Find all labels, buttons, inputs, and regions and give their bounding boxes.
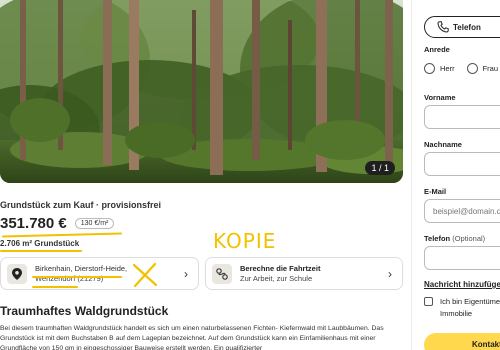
price-per-sqm-badge: 130 €/m² <box>74 218 115 229</box>
listing-photo[interactable]: 1 / 1 <box>0 0 403 183</box>
contact-submit-button[interactable]: Kontakt <box>424 333 500 350</box>
description-text: Bei diesem traumhaften Waldgrundstück ha… <box>0 325 384 350</box>
radio-herr[interactable] <box>424 63 435 74</box>
forest-image <box>0 0 403 183</box>
price: 351.780 € <box>0 215 67 232</box>
section-title: Traumhaftes Waldgrundstück <box>0 304 169 318</box>
owner-checkbox-label: Ich bin Eigentümer Immobilie <box>440 296 500 320</box>
location-line2: Wenzendorf (21279) <box>35 273 104 283</box>
salutation-options: Herr Frau <box>424 63 498 74</box>
phone-label: Telefon (Optional) <box>424 234 485 243</box>
phone-optional-text: (Optional) <box>452 234 486 243</box>
travel-time-card[interactable]: Berechne die Fahrtzeit Zur Arbeit, zur S… <box>205 257 403 290</box>
call-button-label: Telefon <box>453 22 481 32</box>
call-button[interactable]: Telefon <box>424 16 500 38</box>
salutation-label: Anrede <box>424 45 450 54</box>
location-card[interactable]: Birkenhain, Dierstorf-Heide, Wenzendorf … <box>0 257 199 290</box>
listing-type-label: Grundstück zum Kauf · provisionsfrei <box>0 200 162 210</box>
phone-icon <box>437 21 449 33</box>
owner-checkbox-line2: Immobilie <box>440 309 473 318</box>
location-underline-mark <box>32 276 122 278</box>
plot-area: 2.706 m² Grundstück <box>0 239 80 248</box>
column-divider <box>411 0 412 350</box>
location-line1: Birkenhain, Dierstorf-Heide, <box>35 263 128 273</box>
route-subtitle: Zur Arbeit, zur Schule <box>240 273 313 283</box>
first-name-label: Vorname <box>424 93 456 102</box>
handwritten-x-mark <box>132 262 158 288</box>
contact-form: Telefon Anrede Herr Frau Vorname Nachnam… <box>414 0 500 350</box>
location-text: Birkenhain, Dierstorf-Heide, Wenzendorf … <box>35 264 184 284</box>
route-map-icon <box>212 263 232 284</box>
last-name-label: Nachname <box>424 140 462 149</box>
location-underline-mark-2 <box>32 286 78 288</box>
radio-frau[interactable] <box>466 63 478 74</box>
email-label: E-Mail <box>424 187 447 196</box>
price-underline-mark <box>1 232 123 238</box>
owner-checkbox-line1: Ich bin Eigentümer <box>440 297 500 306</box>
phone-field[interactable] <box>424 246 500 270</box>
owner-checkbox[interactable] <box>424 297 433 306</box>
first-name-field[interactable] <box>424 105 500 129</box>
map-pin-icon <box>7 263 27 284</box>
route-title: Berechne die Fahrtzeit <box>240 263 321 273</box>
add-message-link[interactable]: Nachricht hinzufügen <box>424 280 500 289</box>
price-row: 351.780 € 130 €/m² <box>0 215 115 232</box>
radio-herr-label: Herr <box>440 64 455 73</box>
area-underline-mark <box>0 250 82 252</box>
route-text: Berechne die Fahrtzeit Zur Arbeit, zur S… <box>240 264 388 284</box>
chevron-right-icon: › <box>184 266 188 281</box>
handwritten-kopie-annotation: KOPIE <box>213 229 277 253</box>
chevron-right-icon: › <box>388 266 392 281</box>
radio-frau-label: Frau <box>482 64 499 73</box>
last-name-field[interactable] <box>424 152 500 176</box>
phone-label-text: Telefon <box>424 234 451 243</box>
image-counter: 1 / 1 <box>365 161 395 175</box>
email-field[interactable]: beispiel@domain.de <box>424 199 500 223</box>
